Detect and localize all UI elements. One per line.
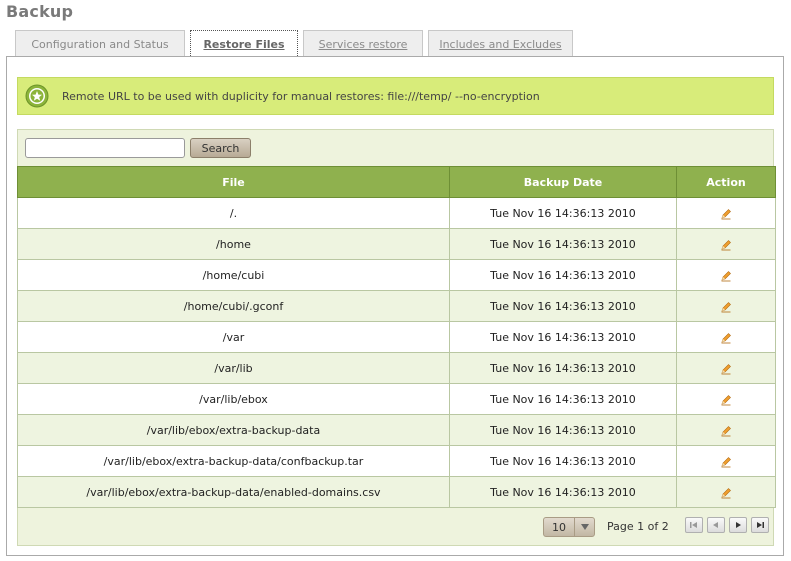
backup-date-cell: Tue Nov 16 14:36:13 2010 xyxy=(449,290,677,322)
tab-label: Restore Files xyxy=(203,38,285,51)
action-cell xyxy=(676,352,776,384)
tab-label: Configuration and Status xyxy=(31,37,169,51)
edit-pencil-icon[interactable] xyxy=(720,239,732,251)
action-cell xyxy=(676,383,776,415)
pager: 10 Page 1 of 2 xyxy=(18,517,773,539)
next-page-button[interactable] xyxy=(729,517,747,533)
edit-pencil-icon[interactable] xyxy=(720,456,732,468)
table-row: /var Tue Nov 16 14:36:13 2010 xyxy=(17,321,776,353)
action-cell xyxy=(676,290,776,322)
action-cell xyxy=(676,414,776,446)
previous-page-icon xyxy=(713,522,718,528)
backup-date-cell: Tue Nov 16 14:36:13 2010 xyxy=(449,476,677,508)
star-badge-icon xyxy=(24,83,50,109)
table-row: /var/lib Tue Nov 16 14:36:13 2010 xyxy=(17,352,776,384)
edit-pencil-icon[interactable] xyxy=(720,270,732,282)
table-row: /. Tue Nov 16 14:36:13 2010 xyxy=(17,197,776,229)
backup-date-cell: Tue Nov 16 14:36:13 2010 xyxy=(449,352,677,384)
edit-pencil-icon[interactable] xyxy=(720,363,732,375)
table-row: /var/lib/ebox/extra-backup-data/enabled-… xyxy=(17,476,776,508)
note-text: Remote URL to be used with duplicity for… xyxy=(62,89,540,103)
file-cell: /var/lib/ebox xyxy=(17,383,450,415)
file-cell: /var/lib/ebox/extra-backup-data/confback… xyxy=(17,445,450,477)
first-page-icon xyxy=(690,522,697,528)
tab-services-restore[interactable]: Services restore xyxy=(303,30,423,57)
chevron-down-icon xyxy=(574,518,594,536)
backup-date-cell: Tue Nov 16 14:36:13 2010 xyxy=(449,228,677,260)
next-page-icon xyxy=(736,522,741,528)
previous-page-button[interactable] xyxy=(707,517,725,533)
table-header-row: File Backup Date Action xyxy=(17,166,776,198)
page-indicator: Page 1 of 2 xyxy=(607,520,669,533)
edit-pencil-icon[interactable] xyxy=(720,301,732,313)
first-page-button[interactable] xyxy=(685,517,703,533)
edit-pencil-icon[interactable] xyxy=(720,425,732,437)
action-cell xyxy=(676,228,776,260)
last-page-button[interactable] xyxy=(751,517,769,533)
table-row: /var/lib/ebox/extra-backup-data/confback… xyxy=(17,445,776,477)
edit-pencil-icon[interactable] xyxy=(720,394,732,406)
last-page-icon xyxy=(757,522,764,528)
page-size-value: 10 xyxy=(552,520,566,534)
backup-date-cell: Tue Nov 16 14:36:13 2010 xyxy=(449,321,677,353)
file-cell: /. xyxy=(17,197,450,229)
backup-date-cell: Tue Nov 16 14:36:13 2010 xyxy=(449,414,677,446)
file-cell: /var/lib/ebox/extra-backup-data xyxy=(17,414,450,446)
column-header-action: Action xyxy=(676,166,776,198)
files-table-container: Search File Backup Date Action /. Tue Nov… xyxy=(17,129,776,546)
action-cell xyxy=(676,321,776,353)
table-row: /home Tue Nov 16 14:36:13 2010 xyxy=(17,228,776,260)
table-row: /home/cubi Tue Nov 16 14:36:13 2010 xyxy=(17,259,776,291)
table-row: /var/lib/ebox Tue Nov 16 14:36:13 2010 xyxy=(17,383,776,415)
files-table: File Backup Date Action /. Tue Nov 16 14:… xyxy=(17,166,776,508)
tab-configuration-and-status[interactable]: Configuration and Status xyxy=(15,30,185,57)
edit-pencil-icon[interactable] xyxy=(720,487,732,499)
tab-restore-files[interactable]: Restore Files xyxy=(190,30,298,58)
column-header-backup-date: Backup Date xyxy=(449,166,677,198)
table-row: /home/cubi/.gconf Tue Nov 16 14:36:13 201… xyxy=(17,290,776,322)
page-size-select[interactable]: 10 xyxy=(543,517,595,537)
file-cell: /var xyxy=(17,321,450,353)
search-button[interactable]: Search xyxy=(190,138,251,158)
file-cell: /var/lib xyxy=(17,352,450,384)
table-row: /var/lib/ebox/extra-backup-data Tue Nov 1… xyxy=(17,414,776,446)
file-cell: /home/cubi/.gconf xyxy=(17,290,450,322)
action-cell xyxy=(676,476,776,508)
page-title: Backup xyxy=(6,2,74,21)
column-header-file: File xyxy=(17,166,450,198)
restore-files-panel: Remote URL to be used with duplicity for… xyxy=(6,56,784,556)
action-cell xyxy=(676,259,776,291)
edit-pencil-icon[interactable] xyxy=(720,332,732,344)
action-cell xyxy=(676,197,776,229)
backup-date-cell: Tue Nov 16 14:36:13 2010 xyxy=(449,197,677,229)
search-input[interactable] xyxy=(25,138,185,158)
tab-label: Includes and Excludes xyxy=(439,37,562,51)
file-cell: /home xyxy=(17,228,450,260)
file-cell: /var/lib/ebox/extra-backup-data/enabled-… xyxy=(17,476,450,508)
backup-date-cell: Tue Nov 16 14:36:13 2010 xyxy=(449,445,677,477)
action-cell xyxy=(676,445,776,477)
tab-label: Services restore xyxy=(318,37,408,51)
tab-bar: Configuration and Status Restore Files S… xyxy=(15,30,573,58)
tab-includes-and-excludes[interactable]: Includes and Excludes xyxy=(428,30,573,57)
edit-pencil-icon[interactable] xyxy=(720,208,732,220)
file-cell: /home/cubi xyxy=(17,259,450,291)
backup-date-cell: Tue Nov 16 14:36:13 2010 xyxy=(449,383,677,415)
backup-date-cell: Tue Nov 16 14:36:13 2010 xyxy=(449,259,677,291)
info-note: Remote URL to be used with duplicity for… xyxy=(17,77,774,115)
